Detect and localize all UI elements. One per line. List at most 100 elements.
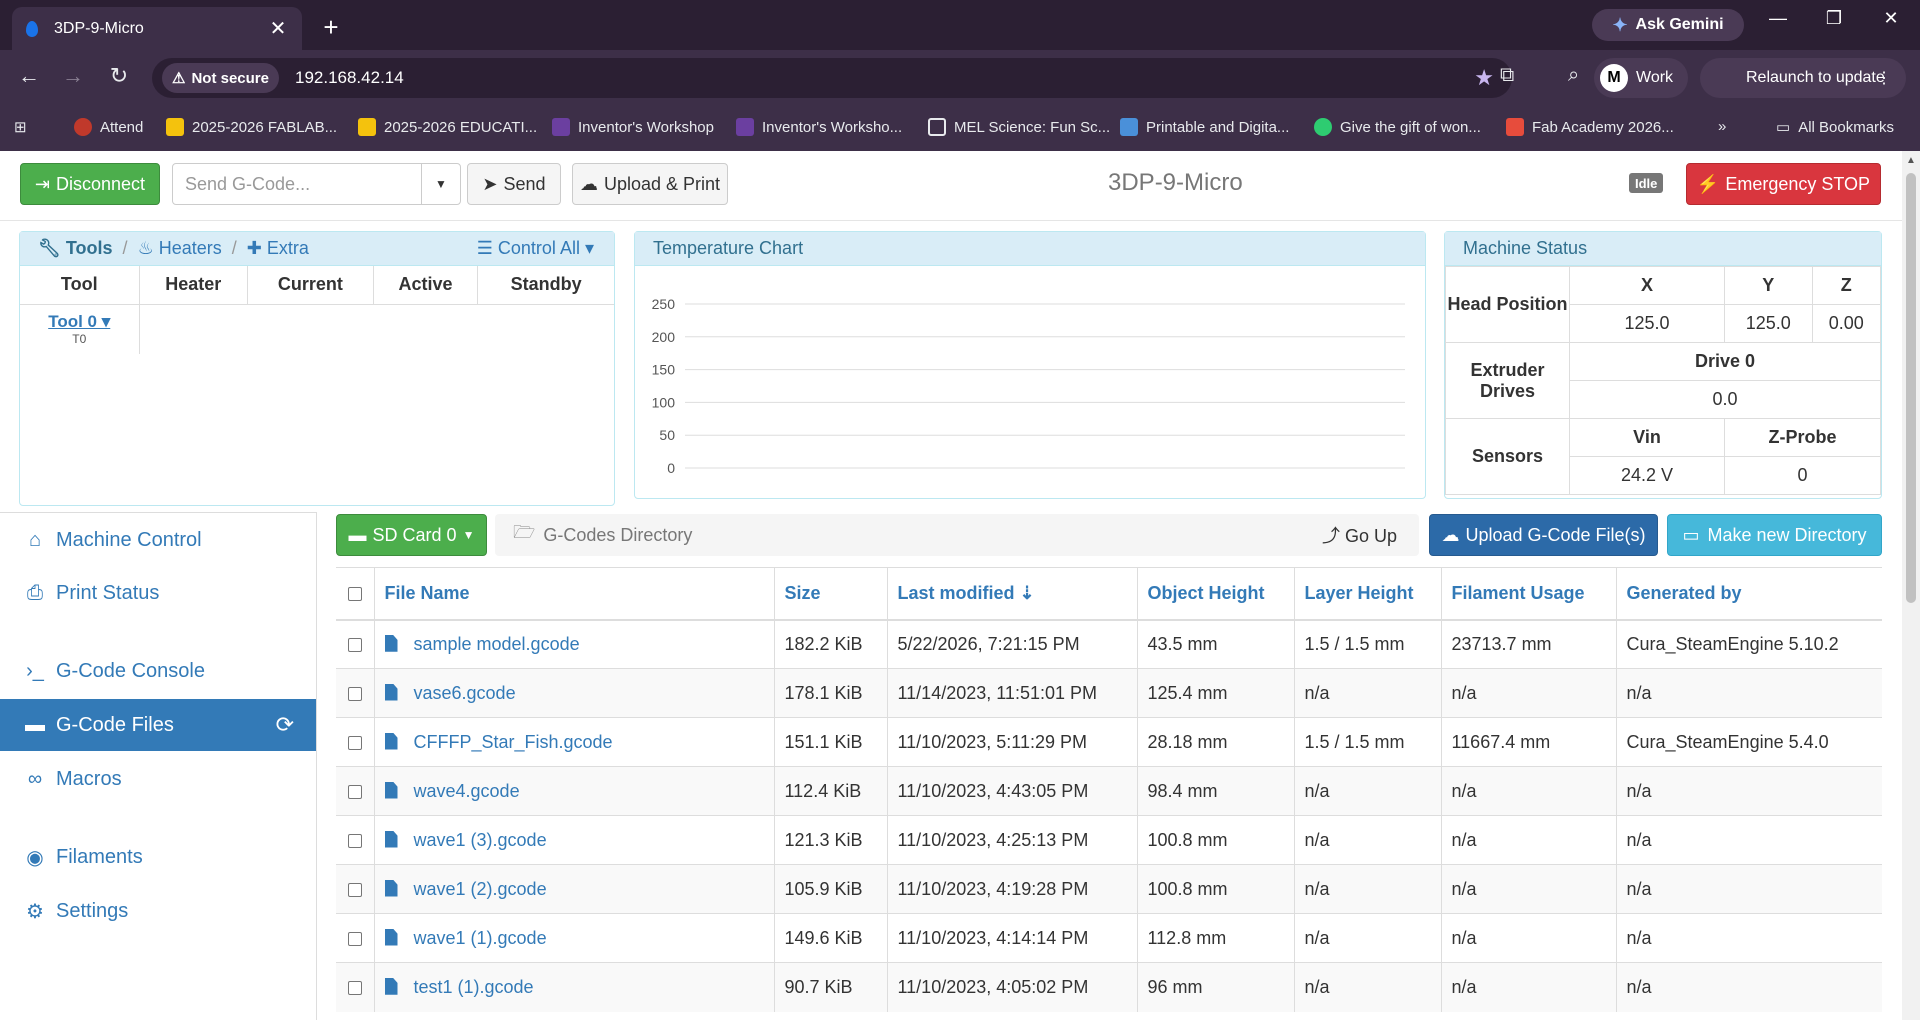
file-name-cell[interactable]: wave1 (2).gcode: [374, 864, 775, 914]
reload-button[interactable]: ↻: [104, 63, 134, 89]
file-name-cell[interactable]: wave1 (1).gcode: [374, 913, 775, 963]
forward-button[interactable]: →: [58, 63, 88, 89]
row-checkbox[interactable]: [348, 686, 362, 701]
table-row[interactable]: wave1 (2).gcode 105.9 KiB 11/10/2023, 4:19…: [336, 864, 1882, 914]
file-name-link[interactable]: wave4.gcode: [414, 781, 520, 801]
new-tab-button[interactable]: +: [318, 12, 344, 43]
make-directory-button[interactable]: ▭ Make new Directory: [1667, 514, 1882, 556]
table-row[interactable]: sample model.gcode 182.2 KiB 5/22/2026, 7:…: [336, 619, 1882, 669]
upload-print-button[interactable]: ☁ Upload & Print: [572, 163, 728, 205]
row-checkbox[interactable]: [348, 784, 362, 799]
ask-gemini-button[interactable]: ✦ Ask Gemini: [1592, 9, 1744, 41]
row-checkbox[interactable]: [348, 638, 362, 652]
column-size[interactable]: Size: [774, 567, 888, 621]
file-name-link[interactable]: wave1 (2).gcode: [414, 879, 547, 899]
sidebar-item-gcode-files[interactable]: ▬ G-Code Files ⟳: [0, 699, 316, 751]
column-generated-by[interactable]: Generated by: [1616, 567, 1882, 621]
bookmark-2[interactable]: 2025-2026 EDUCATI...: [358, 118, 537, 136]
column-object-height[interactable]: Object Height: [1137, 567, 1295, 621]
column-last-modified[interactable]: Last modified ⇣: [887, 567, 1138, 621]
extensions-icon[interactable]: ⧉: [1500, 64, 1514, 87]
extra-tab[interactable]: ✚ Extra: [247, 238, 309, 259]
sidebar-item-filaments[interactable]: ◉ Filaments: [0, 831, 316, 883]
close-window-button[interactable]: ✕: [1871, 8, 1911, 29]
column-file-name[interactable]: File Name: [374, 567, 775, 621]
scroll-up-icon[interactable]: ▲: [1906, 155, 1916, 166]
all-bookmarks-button[interactable]: ▭ All Bookmarks: [1776, 118, 1894, 137]
control-all-dropdown[interactable]: ☰ Control All ▾: [477, 238, 594, 259]
file-name-link[interactable]: wave1 (1).gcode: [414, 928, 547, 948]
table-row[interactable]: wave1 (3).gcode 121.3 KiB 11/10/2023, 4:25…: [336, 815, 1882, 865]
file-name-link[interactable]: wave1 (3).gcode: [414, 830, 547, 850]
row-checkbox[interactable]: [348, 931, 362, 946]
row-checkbox[interactable]: [348, 833, 362, 848]
tools-tab[interactable]: 🔧︎ Tools: [38, 238, 113, 259]
file-name-link[interactable]: CFFFP_Star_Fish.gcode: [414, 732, 613, 752]
column-filament-usage[interactable]: Filament Usage: [1441, 567, 1617, 621]
tools-label: Tools: [65, 238, 113, 258]
sd-card-dropdown[interactable]: ▬ SD Card 0 ▼: [336, 514, 487, 556]
apps-icon[interactable]: ⊞: [14, 118, 27, 136]
heaters-tab[interactable]: ♨ Heaters: [138, 238, 222, 259]
cast-icon[interactable]: ⌕: [1568, 64, 1579, 87]
send-button[interactable]: ➤ Send: [467, 163, 561, 205]
y-tick-label: 200: [652, 329, 676, 345]
file-name-link[interactable]: test1 (1).gcode: [414, 977, 534, 997]
go-up-button[interactable]: ⤴ Go Up: [1322, 522, 1397, 548]
profile-button[interactable]: M Work: [1594, 58, 1688, 98]
select-all-checkbox[interactable]: [348, 587, 362, 601]
file-name-cell[interactable]: wave1 (3).gcode: [374, 815, 775, 865]
file-name-link[interactable]: sample model.gcode: [414, 634, 580, 654]
bookmark-4[interactable]: Inventor's Worksho...: [736, 118, 902, 136]
file-name-link[interactable]: vase6.gcode: [414, 683, 516, 703]
column-layer-height[interactable]: Layer Height: [1294, 567, 1442, 621]
emergency-stop-button[interactable]: ⚡ Emergency STOP: [1686, 163, 1881, 205]
directory-label[interactable]: G-Codes Directory: [543, 525, 692, 546]
bookmark-0[interactable]: Attend: [74, 118, 143, 136]
sidebar-item-settings[interactable]: ⚙ Settings: [0, 885, 316, 937]
back-button[interactable]: ←: [14, 63, 44, 89]
refresh-icon[interactable]: ⟳: [276, 712, 294, 738]
table-row[interactable]: CFFFP_Star_Fish.gcode 151.1 KiB 11/10/2023…: [336, 717, 1882, 767]
sidebar-item-print-status[interactable]: ⎙ Print Status: [0, 567, 316, 619]
gcode-input[interactable]: Send G-Code...: [172, 163, 422, 205]
bookmark-3[interactable]: Inventor's Workshop: [552, 118, 714, 136]
relaunch-button[interactable]: Relaunch to update ⋮: [1700, 58, 1906, 98]
disconnect-button[interactable]: ⇥ Disconnect: [20, 163, 160, 205]
page-scrollbar[interactable]: ▲: [1902, 151, 1920, 1020]
more-bookmarks-icon[interactable]: »: [1718, 118, 1726, 135]
file-name-cell[interactable]: wave4.gcode: [374, 766, 775, 816]
row-checkbox[interactable]: [348, 735, 362, 750]
gcode-history-dropdown[interactable]: ▼: [421, 163, 461, 205]
tool-0-dropdown[interactable]: Tool 0 ▾: [20, 312, 139, 332]
file-name-cell[interactable]: sample model.gcode: [374, 619, 775, 669]
table-row[interactable]: test1 (1).gcode 90.7 KiB 11/10/2023, 4:05:…: [336, 962, 1882, 1012]
bookmark-5[interactable]: MEL Science: Fun Sc...: [928, 118, 1110, 136]
close-tab-icon[interactable]: ✕: [268, 16, 288, 41]
sidebar-item-machine-control[interactable]: ⌂ Machine Control: [0, 514, 316, 566]
browser-tab[interactable]: 3DP-9-Micro ✕: [12, 7, 302, 50]
table-row[interactable]: vase6.gcode 178.1 KiB 11/14/2023, 11:51:01…: [336, 668, 1882, 718]
security-chip[interactable]: ⚠ Not secure: [162, 63, 279, 93]
file-name-cell[interactable]: CFFFP_Star_Fish.gcode: [374, 717, 775, 767]
url-text[interactable]: 192.168.42.14: [295, 68, 404, 88]
table-row[interactable]: wave4.gcode 112.4 KiB 11/10/2023, 4:43:05 …: [336, 766, 1882, 816]
emergency-stop-label: Emergency STOP: [1725, 173, 1871, 194]
bookmark-star-icon[interactable]: ★: [1474, 65, 1494, 91]
upload-gcode-button[interactable]: ☁ Upload G-Code File(s): [1429, 514, 1658, 556]
bookmark-7[interactable]: Give the gift of won...: [1314, 118, 1481, 136]
sidebar-item-gcode-console[interactable]: ›_ G-Code Console: [0, 645, 316, 697]
table-row[interactable]: wave1 (1).gcode 149.6 KiB 11/10/2023, 4:14…: [336, 913, 1882, 963]
file-name-cell[interactable]: vase6.gcode: [374, 668, 775, 718]
bookmark-8[interactable]: Fab Academy 2026...: [1506, 118, 1674, 136]
minimize-button[interactable]: —: [1758, 8, 1798, 29]
maximize-button[interactable]: ❐: [1814, 8, 1854, 29]
row-checkbox[interactable]: [348, 882, 362, 897]
row-checkbox[interactable]: [348, 981, 362, 995]
file-name-cell[interactable]: test1 (1).gcode: [374, 962, 775, 1012]
bookmark-6[interactable]: Printable and Digita...: [1120, 118, 1289, 136]
scrollbar-thumb[interactable]: [1906, 173, 1916, 603]
address-bar[interactable]: ⚠ Not secure 192.168.42.14 ★: [152, 58, 1512, 98]
bookmark-1[interactable]: 2025-2026 FABLAB...: [166, 118, 337, 136]
sidebar-item-macros[interactable]: ∞ Macros: [0, 753, 316, 805]
